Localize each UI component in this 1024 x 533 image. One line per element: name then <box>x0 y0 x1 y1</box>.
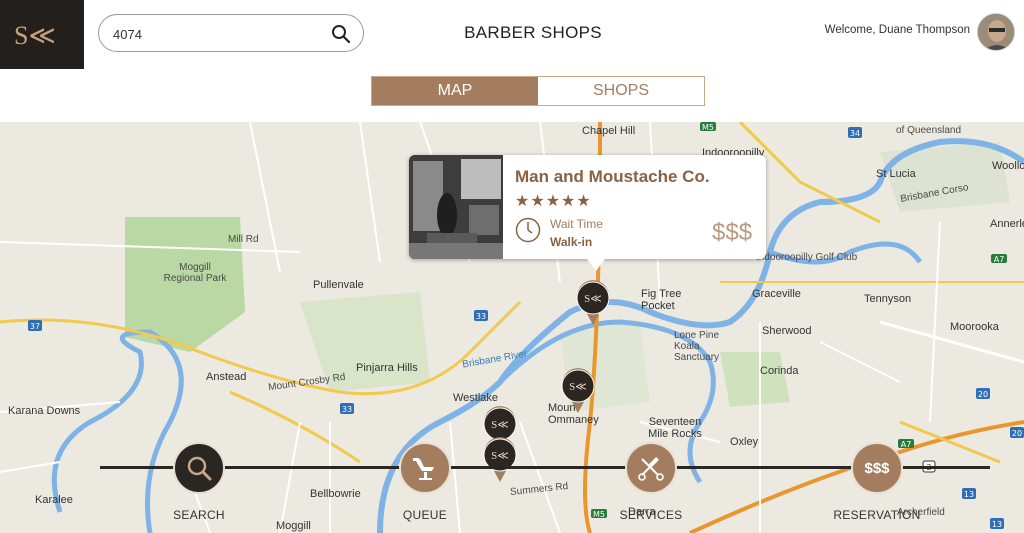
map-label: Bellbowrie <box>310 488 361 500</box>
scissors-comb-icon <box>638 457 664 481</box>
brand-logo[interactable]: S≪ <box>0 0 84 69</box>
step-reservation-button[interactable]: $$$ <box>851 442 903 494</box>
map-label: Chapel Hill <box>582 125 636 137</box>
step-services-label: SERVICES <box>619 508 683 522</box>
avatar-photo <box>978 14 1014 50</box>
logo-icon: S≪ <box>14 21 56 50</box>
map-label: Anstead <box>206 371 247 383</box>
shop-photo <box>409 155 503 259</box>
map-label: Karana Downs <box>8 405 81 417</box>
map-label: Pinjarra Hills <box>356 362 418 374</box>
price-icon: $$$ <box>864 459 890 477</box>
user-avatar[interactable] <box>977 13 1015 51</box>
step-search-button[interactable] <box>173 442 225 494</box>
welcome-text: Welcome, Duane Thompson <box>824 24 970 36</box>
map-label: Westlake <box>453 392 499 404</box>
step-queue-button[interactable] <box>399 442 451 494</box>
map-label: Oxley <box>730 436 759 448</box>
svg-text:S≪: S≪ <box>569 381 587 393</box>
map-label: Moggill <box>276 520 311 532</box>
step-queue-label: QUEUE <box>402 508 448 522</box>
search-field[interactable] <box>98 14 364 52</box>
map-label: St Lucia <box>876 168 916 180</box>
map-label: Sherwood <box>762 325 812 337</box>
step-search-label: SEARCH <box>173 508 225 522</box>
tab-map[interactable]: MAP <box>372 77 538 105</box>
barber-chair-icon <box>413 458 434 480</box>
magnifier-icon <box>187 456 212 481</box>
map-label: Pullenvale <box>313 279 364 291</box>
page-title: BARBER SHOPS <box>464 23 602 42</box>
map-label: Graceville <box>752 288 801 300</box>
price-level: $$$ <box>712 219 753 246</box>
svg-text:S≪: S≪ <box>584 293 602 305</box>
shop-info-card[interactable]: Man and Moustache Co. ★★★★★ Wait Time Wa… <box>409 155 766 271</box>
map-label: Karalee <box>35 494 73 506</box>
view-toggle: MAP SHOPS <box>371 76 705 106</box>
clock-icon <box>515 217 541 243</box>
shop-name[interactable]: Man and Moustache Co. <box>515 167 710 187</box>
step-reservation-label: RESERVATION <box>833 508 921 522</box>
map-label: Fig Tree Pocket <box>641 288 682 312</box>
shop-map-pin[interactable]: S≪ <box>560 368 596 414</box>
map-label: Annerle <box>990 218 1024 230</box>
map-label: Moorooka <box>950 321 999 333</box>
map-label: Indooroopilly Golf Club <box>756 252 858 263</box>
rating-stars: ★★★★★ <box>515 193 592 210</box>
wait-time-label: Wait Time <box>550 217 603 231</box>
map-label: Lone Pine Koala Sanctuary <box>674 330 720 363</box>
map-label: Mill Rd <box>228 234 259 245</box>
tab-shops[interactable]: SHOPS <box>538 77 704 105</box>
map-label: of Queensland <box>896 125 962 136</box>
search-input[interactable] <box>111 24 315 44</box>
search-icon[interactable] <box>331 24 351 44</box>
svg-text:S≪: S≪ <box>491 450 509 462</box>
wait-time-value: Walk-in <box>550 235 593 249</box>
map-label: Corinda <box>760 365 799 377</box>
shop-map-pin[interactable]: S≪ <box>575 280 611 326</box>
app-header: S≪ BARBER SHOPS Welcome, Duane Thompson <box>0 0 1024 70</box>
shop-photo-image <box>409 155 503 259</box>
shop-map-pin[interactable]: S≪ <box>482 437 518 483</box>
svg-text:S≪: S≪ <box>491 419 509 431</box>
map-label: Seventeen Mile Rocks <box>648 416 702 440</box>
map-label: Tennyson <box>864 293 912 305</box>
map-label: Woollo <box>992 160 1024 172</box>
svg-text:S≪: S≪ <box>14 21 56 50</box>
map-label: Moggill Regional Park <box>163 262 227 284</box>
step-services-button[interactable] <box>625 442 677 494</box>
